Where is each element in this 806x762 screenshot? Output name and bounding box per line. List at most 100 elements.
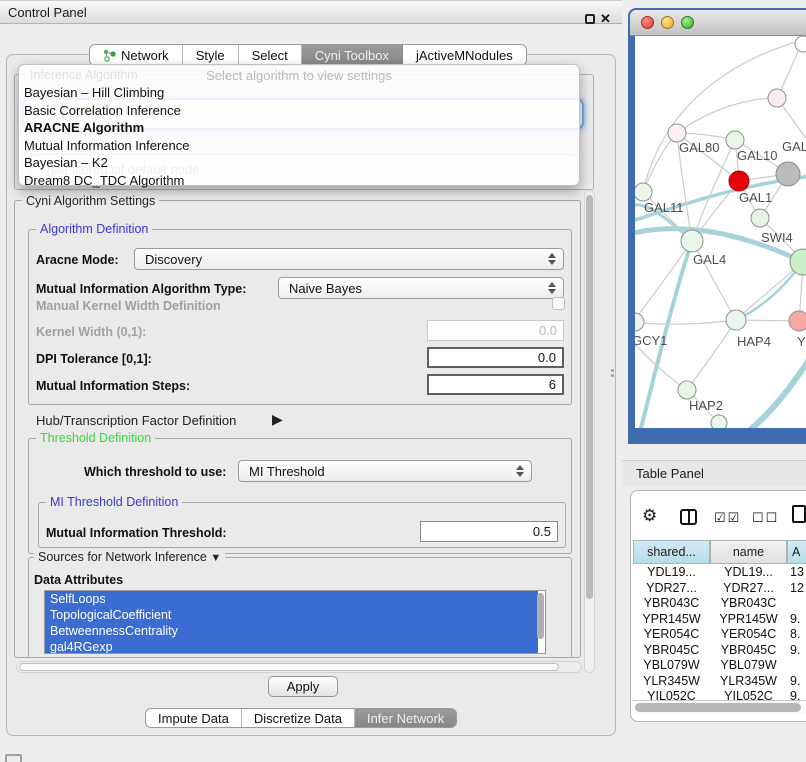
manual-kernel-checkbox[interactable]: [552, 297, 565, 310]
node-label-gal4: GAL4: [693, 252, 726, 267]
which-threshold-combo[interactable]: MI Threshold: [238, 460, 532, 482]
menu-item-bayesian-k2[interactable]: Bayesian – K2: [19, 154, 579, 172]
network-window-titlebar[interactable]: [630, 10, 806, 36]
kernel-width-field[interactable]: 0.0: [427, 320, 564, 341]
minimized-panel-icon[interactable]: [5, 754, 22, 762]
aracne-mode-combo[interactable]: Discovery: [134, 248, 564, 270]
tab-jactivemnodules-label: jActiveMNodules: [416, 48, 513, 63]
table-row[interactable]: YBR045CYBR045C9.: [633, 643, 806, 659]
settings-horizontal-scrollbar[interactable]: [16, 661, 582, 673]
split-columns-icon[interactable]: [680, 509, 697, 525]
tab-jactivemnodules[interactable]: jActiveMNodules: [403, 45, 526, 65]
mi-threshold-field[interactable]: 0.5: [420, 521, 558, 542]
cell: YDR27...: [710, 581, 787, 597]
node-gal4[interactable]: [681, 230, 703, 252]
menu-item-aracne[interactable]: ARACNE Algorithm: [19, 119, 579, 137]
algorithm-definition-title: Algorithm Definition: [36, 222, 152, 236]
window-close-button[interactable]: [641, 16, 654, 29]
table-row[interactable]: YLR345WYLR345W9.: [633, 674, 806, 690]
hub-expander-arrow-icon[interactable]: ▶: [272, 411, 283, 428]
column-header-name[interactable]: name: [710, 540, 787, 564]
kernel-width-value: 0.0: [539, 323, 557, 338]
menu-item-mutual-information[interactable]: Mutual Information Inference: [19, 137, 579, 155]
cell: YPR145W: [710, 612, 787, 628]
close-icon[interactable]: ✕: [600, 11, 611, 27]
algorithm-dropdown-popup: Select algorithm to view settings Bayesi…: [18, 64, 580, 186]
tab-infer-network[interactable]: Infer Network: [355, 709, 456, 727]
column-header-partial[interactable]: A: [787, 540, 806, 564]
table-row[interactable]: YBL079WYBL079W: [633, 658, 806, 674]
cell: 9.: [787, 674, 806, 690]
tab-cyni-toolbox[interactable]: Cyni Toolbox: [302, 45, 403, 65]
settings-horizontal-scrollbar-thumb[interactable]: [19, 663, 559, 671]
tab-style[interactable]: Style: [183, 45, 239, 65]
sources-group-title-text: Sources for Network Inference: [38, 550, 207, 564]
node-label-gal11: GAL11: [644, 200, 684, 215]
node-gray[interactable]: [776, 162, 800, 186]
settings-vertical-scrollbar-thumb[interactable]: [586, 195, 593, 599]
tab-impute-data[interactable]: Impute Data: [146, 709, 242, 727]
node-partial-top[interactable]: [795, 36, 806, 52]
list-item-betweennesscentrality[interactable]: BetweennessCentrality: [45, 623, 538, 639]
node-pink[interactable]: [768, 89, 786, 107]
control-panel-titlebar: Control Panel: [0, 0, 622, 24]
cell: YBL079W: [633, 658, 710, 674]
list-item-gal4rgexp[interactable]: gal4RGexp: [45, 639, 538, 654]
table-row[interactable]: YDL19...YDL19...13: [633, 565, 806, 581]
tab-network[interactable]: Network: [90, 45, 183, 65]
data-attributes-list: SelfLoops TopologicalCoefficient Between…: [44, 590, 546, 654]
sources-group-title[interactable]: Sources for Network Inference ▼: [34, 550, 225, 564]
node-gcy1[interactable]: [635, 313, 644, 331]
node-gal1[interactable]: [751, 209, 769, 227]
table-row[interactable]: YBR043CYBR043C: [633, 596, 806, 612]
clear-all-checkboxes-icon[interactable]: ☐☐: [752, 510, 779, 526]
hub-expander-label[interactable]: Hub/Transcription Factor Definition: [36, 413, 236, 428]
cell: YIL052C: [633, 689, 710, 700]
algorithm-dropdown-placeholder: Select algorithm to view settings: [19, 67, 579, 84]
column-header-shared-name[interactable]: shared...: [633, 540, 710, 564]
table-row[interactable]: YDR27...YDR27...12: [633, 581, 806, 597]
table-row[interactable]: YPR145WYPR145W9.: [633, 612, 806, 628]
aracne-mode-label: Aracne Mode:: [36, 253, 119, 267]
node-partial-bottom[interactable]: [711, 415, 727, 428]
float-window-icon[interactable]: [585, 14, 595, 24]
node-label-swi4: SWI4: [761, 230, 793, 245]
select-all-checkboxes-icon[interactable]: ☑☑: [714, 510, 741, 526]
node-label-gal10: GAL10: [737, 148, 777, 163]
window-minimize-button[interactable]: [661, 16, 674, 29]
tab-style-label: Style: [196, 48, 225, 63]
node-label-gal1: GAL1: [739, 190, 772, 205]
mi-type-label: Mutual Information Algorithm Type:: [36, 282, 246, 296]
mi-steps-field[interactable]: 6: [427, 374, 564, 395]
document-icon[interactable]: [792, 505, 806, 523]
gear-icon[interactable]: ⚙: [642, 506, 657, 526]
cell: [787, 596, 806, 612]
menu-item-dream8[interactable]: Dream8 DC_TDC Algorithm: [19, 172, 579, 190]
table-row[interactable]: YER054CYER054C8.: [633, 627, 806, 643]
list-item-topologicalcoefficient[interactable]: TopologicalCoefficient: [45, 607, 538, 623]
window-zoom-button[interactable]: [681, 16, 694, 29]
node-gal10[interactable]: [726, 131, 744, 149]
attributes-list-scrollbar[interactable]: [537, 593, 544, 639]
settings-vertical-scrollbar[interactable]: [584, 190, 595, 673]
node-salmon[interactable]: [789, 311, 806, 331]
apply-button[interactable]: Apply: [268, 676, 338, 697]
node-hap2[interactable]: [678, 381, 696, 399]
node-hap4[interactable]: [726, 310, 746, 330]
menu-item-basic-correlation[interactable]: Basic Correlation Inference: [19, 102, 579, 120]
network-canvas[interactable]: GAL8 GAL80 GAL10 GAL1 GAL11 SWI4 GAL4 GC…: [635, 36, 806, 428]
node-label-gcy1: GCY1: [635, 333, 667, 348]
menu-item-bayesian-hill-climbing[interactable]: Bayesian – Hill Climbing: [19, 84, 579, 102]
mi-type-combo[interactable]: Naive Bayes: [278, 277, 564, 299]
tab-discretize-data[interactable]: Discretize Data: [242, 709, 355, 727]
node-red-selected[interactable]: [729, 171, 749, 191]
table-horizontal-scrollbar[interactable]: [632, 700, 806, 714]
tab-select[interactable]: Select: [239, 45, 302, 65]
dpi-tolerance-field[interactable]: 0.0: [427, 347, 564, 368]
node-gal11[interactable]: [635, 183, 652, 201]
panel-splitter-handle[interactable]: [609, 368, 615, 378]
tab-select-label: Select: [252, 48, 288, 63]
list-item-selfloops[interactable]: SelfLoops: [45, 591, 538, 607]
table-horizontal-scrollbar-thumb[interactable]: [635, 703, 801, 712]
table-row[interactable]: YIL052CYIL052C9.: [633, 689, 806, 700]
